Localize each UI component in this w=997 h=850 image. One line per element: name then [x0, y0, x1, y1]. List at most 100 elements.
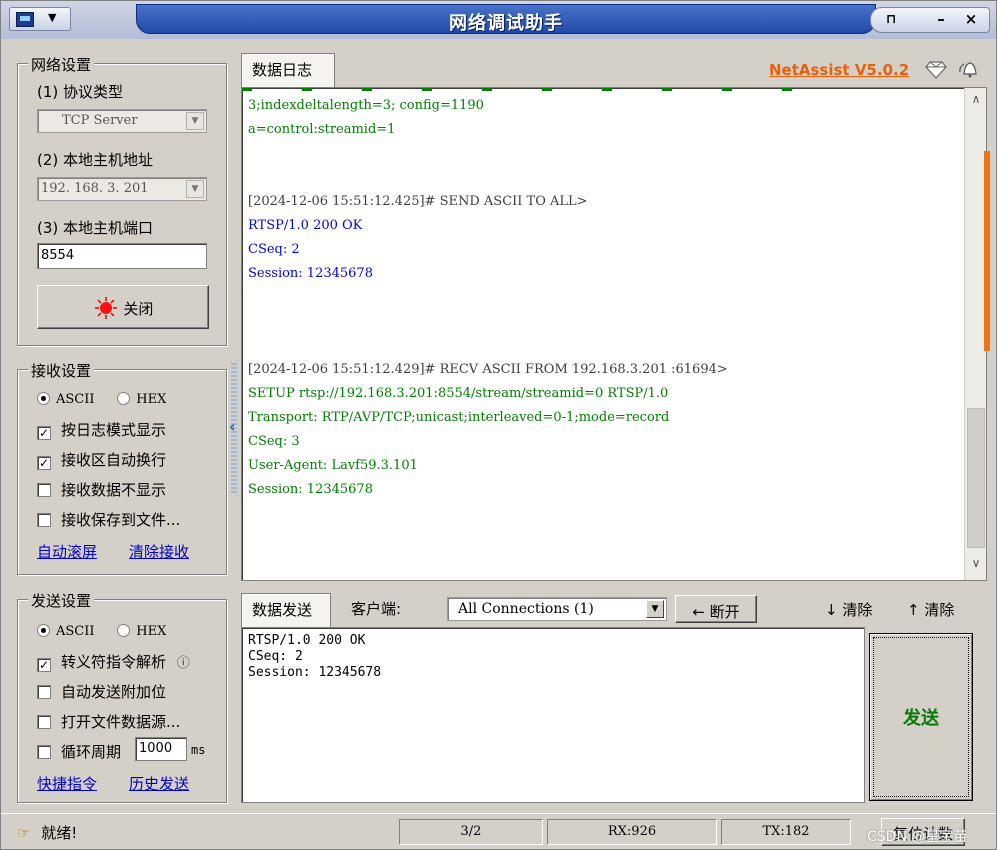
checkbox[interactable] — [37, 745, 51, 759]
auto-scroll-link[interactable]: 自动滚屏 — [37, 541, 97, 562]
chevron-down-icon: ▼ — [48, 11, 57, 24]
radio-hex[interactable] — [117, 392, 131, 405]
host-label: (2) 本地主机地址 — [37, 151, 154, 169]
app-window: ▼ 网络调试助手 ⊓ – × 网络设置 (1) 协议类型 TCP Server … — [0, 0, 997, 850]
disconnect-label: 断开 — [709, 603, 740, 621]
log-line: 3;indexdeltalength=3; config=1190 — [248, 98, 484, 113]
rx-cell: RX:926 — [547, 819, 717, 845]
close-button[interactable]: × — [959, 10, 983, 30]
log-line: Transport: RTP/AVP/TCP;unicast;interleav… — [248, 410, 670, 425]
log-line: [2024-12-06 15:51:12.425]# SEND ASCII TO… — [248, 194, 588, 209]
check-append[interactable]: 自动发送附加位 — [37, 681, 166, 702]
radio-hex-label: HEX — [136, 624, 167, 639]
clear-receive-link[interactable]: 清除接收 — [129, 541, 189, 562]
radio-ascii[interactable] — [37, 392, 50, 405]
send-text-area[interactable]: RTSP/1.0 200 OK CSeq: 2 Session: 1234567… — [241, 627, 865, 803]
protocol-label: (1) 协议类型 — [37, 83, 124, 101]
diamond-icon[interactable] — [925, 61, 947, 79]
log-line: Session: 12345678 — [248, 482, 373, 497]
shortcuts-link[interactable]: 快捷指令 — [37, 773, 97, 794]
check-loop[interactable]: 循环周期 — [37, 741, 121, 762]
radio-ascii-label: ASCII — [56, 624, 95, 639]
chevron-down-icon[interactable]: ▼ — [646, 600, 664, 618]
radio-ascii[interactable] — [37, 624, 50, 637]
close-connection-label: 关闭 — [123, 300, 154, 318]
check-hide-data[interactable]: 接收数据不显示 — [37, 479, 166, 500]
counter-cell: 3/2 — [399, 819, 543, 845]
minimize-button[interactable]: – — [929, 10, 953, 30]
log-line: SETUP rtsp://192.168.3.201:8554/stream/s… — [248, 386, 669, 401]
checkbox[interactable] — [37, 715, 51, 729]
brand-link[interactable]: NetAssist V5.0.2 — [769, 61, 909, 79]
log-scrollbar[interactable]: ∧ ∨ — [964, 88, 986, 580]
chevron-down-icon[interactable]: ∨ — [965, 556, 986, 576]
loop-period-input[interactable]: 1000 — [135, 737, 187, 761]
log-line: CSeq: 3 — [248, 434, 300, 449]
data-log-panel[interactable]: 3;indexdeltalength=3; config=1190 a=contr… — [241, 87, 987, 581]
chevron-down-icon[interactable]: ▼ — [186, 180, 204, 198]
log-line: CSeq: 2 — [248, 242, 300, 257]
log-line: Session: 12345678 — [248, 266, 373, 281]
pointing-hand-icon: ☞ — [17, 824, 31, 842]
disconnect-button[interactable]: ← 断开 — [675, 595, 757, 623]
tab-data-log[interactable]: 数据日志 — [241, 53, 335, 87]
checkbox[interactable] — [37, 483, 51, 497]
host-select[interactable]: 192. 168. 3. 201 ▼ — [37, 177, 207, 201]
check-save-file[interactable]: 接收保存到文件... — [37, 509, 180, 530]
chevron-up-icon[interactable]: ∧ — [965, 92, 986, 112]
group-title: 网络设置 — [28, 54, 95, 75]
check-append-label: 自动发送附加位 — [61, 683, 167, 701]
clear-label-1: 清除 — [842, 601, 873, 619]
host-value: 192. 168. 3. 201 — [41, 181, 149, 196]
pin-icon[interactable]: ⊓ — [879, 12, 903, 32]
clear-label-2: 清除 — [924, 601, 955, 619]
loop-unit: ms — [191, 743, 206, 757]
checkbox[interactable]: ✓ — [37, 658, 51, 672]
clear-send-button[interactable]: ↑ 清除 — [907, 599, 954, 620]
system-menu-button[interactable]: ▼ — [9, 7, 71, 31]
receive-format-radios: ASCII HEX — [37, 389, 184, 407]
status-message: ☞ 就绪! — [17, 822, 77, 843]
title-ribbon: 网络调试助手 — [136, 4, 876, 34]
clipped-text-line — [242, 88, 842, 91]
radio-hex[interactable] — [117, 624, 131, 637]
clear-receive-button[interactable]: ↓ 清除 — [825, 599, 872, 620]
checkbox[interactable] — [37, 685, 51, 699]
radio-ascii-label: ASCII — [56, 392, 95, 407]
protocol-select[interactable]: TCP Server ▼ — [37, 109, 207, 133]
scroll-thumb[interactable] — [967, 408, 985, 548]
client-select[interactable]: All Connections (1) ▼ — [447, 597, 667, 621]
check-file-source[interactable]: 打开文件数据源... — [37, 711, 180, 732]
app-icon — [16, 12, 34, 27]
red-light-icon — [94, 297, 117, 319]
checkbox[interactable]: ✓ — [37, 426, 51, 440]
check-loop-label: 循环周期 — [61, 743, 122, 761]
window-controls: ⊓ – × — [870, 7, 990, 33]
status-text: 就绪! — [41, 824, 78, 842]
close-connection-button[interactable]: 关闭 — [37, 285, 209, 329]
tab-data-send[interactable]: 数据发送 — [241, 593, 331, 627]
send-format-radios: ASCII HEX — [37, 621, 184, 639]
check-auto-wrap[interactable]: ✓ 接收区自动换行 — [37, 449, 166, 470]
watermark: CSDN @星宇苗 — [867, 829, 968, 845]
check-save-file-label: 接收保存到文件... — [61, 511, 181, 529]
checkbox[interactable] — [37, 513, 51, 527]
log-line: User-Agent: Lavf59.3.101 — [248, 458, 418, 473]
chevron-down-icon[interactable]: ▼ — [186, 112, 204, 130]
bell-icon[interactable] — [957, 59, 981, 79]
arrow-up-corner-icon: ↑ — [907, 601, 920, 619]
protocol-value: TCP Server — [62, 113, 138, 128]
arrow-left-icon: ← — [692, 603, 705, 621]
orange-edge-strip — [984, 151, 990, 351]
history-link[interactable]: 历史发送 — [129, 773, 189, 794]
client-label: 客户端: — [341, 593, 427, 627]
checkbox[interactable]: ✓ — [37, 456, 51, 470]
check-log-mode[interactable]: ✓ 按日志模式显示 — [37, 419, 166, 440]
send-button[interactable]: 发送 — [869, 633, 973, 801]
info-icon[interactable]: ⓘ — [177, 656, 190, 671]
check-log-mode-label: 按日志模式显示 — [61, 421, 167, 439]
port-input[interactable]: 8554 — [37, 243, 207, 269]
check-escape[interactable]: ✓ 转义符指令解析 ⓘ — [37, 651, 190, 672]
collapse-left-icon[interactable]: ‹ — [229, 417, 236, 436]
check-auto-wrap-label: 接收区自动换行 — [61, 451, 167, 469]
